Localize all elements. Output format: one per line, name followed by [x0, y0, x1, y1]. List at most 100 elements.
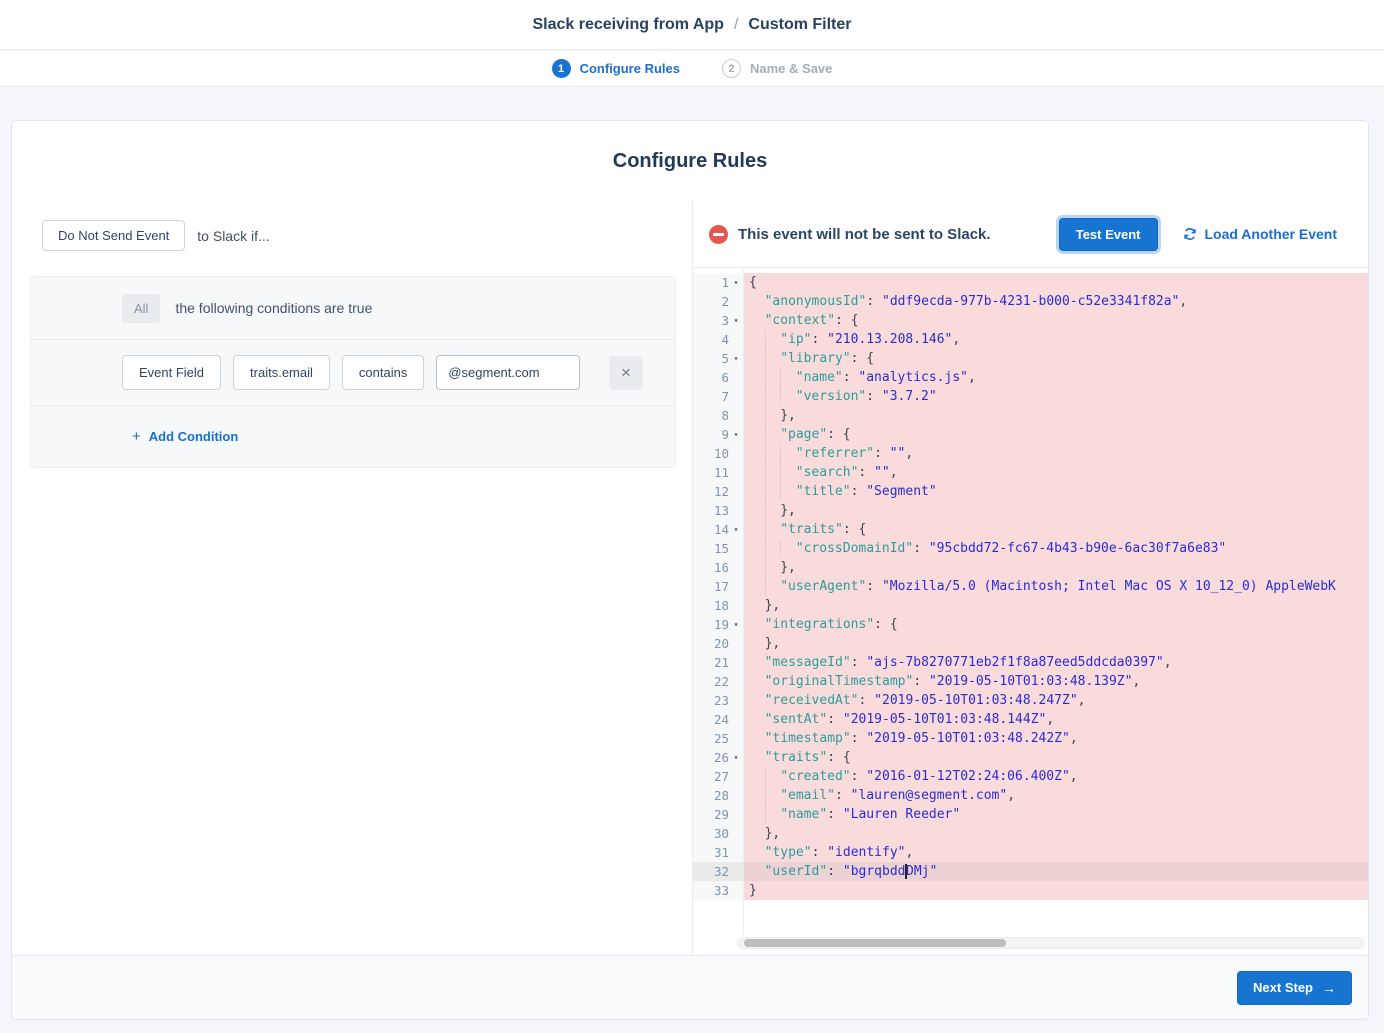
- fold-arrow-icon[interactable]: ▾: [729, 520, 743, 539]
- refresh-icon: [1183, 227, 1197, 241]
- load-another-event-button[interactable]: Load Another Event: [1183, 226, 1338, 242]
- code-line[interactable]: 30},: [693, 824, 1368, 843]
- step-name-save[interactable]: 2 Name & Save: [722, 59, 832, 78]
- code-line-content[interactable]: "referrer": "",: [743, 444, 1368, 463]
- condition-value-input[interactable]: [436, 355, 580, 390]
- code-line-content[interactable]: "email": "lauren@segment.com",: [743, 786, 1368, 805]
- indent-guide: [749, 748, 765, 767]
- code-line-content[interactable]: "context": {: [743, 311, 1368, 330]
- code-line[interactable]: 2"anonymousId": "ddf9ecda-977b-4231-b000…: [693, 292, 1368, 311]
- code-line[interactable]: 9▾"page": {: [693, 425, 1368, 444]
- code-line[interactable]: 26▾"traits": {: [693, 748, 1368, 767]
- code-line[interactable]: 27"created": "2016-01-12T02:24:06.400Z",: [693, 767, 1368, 786]
- json-editor[interactable]: 1▾{2"anonymousId": "ddf9ecda-977b-4231-b…: [693, 268, 1368, 955]
- json-punctuation: : {: [843, 522, 866, 537]
- code-line-content[interactable]: "library": {: [743, 349, 1368, 368]
- scrollbar-thumb[interactable]: [744, 939, 1006, 947]
- fold-arrow-icon[interactable]: ▾: [729, 311, 743, 330]
- code-line[interactable]: 1▾{: [693, 273, 1368, 292]
- code-line-content[interactable]: },: [743, 596, 1368, 615]
- fold-arrow-icon[interactable]: ▾: [729, 615, 743, 634]
- condition-field-dropdown[interactable]: traits.email: [233, 355, 330, 390]
- code-line[interactable]: 14▾"traits": {: [693, 520, 1368, 539]
- json-string: "Segment": [866, 484, 936, 499]
- horizontal-scrollbar[interactable]: [737, 937, 1364, 949]
- code-line[interactable]: 13},: [693, 501, 1368, 520]
- step-configure-rules[interactable]: 1 Configure Rules: [552, 59, 680, 78]
- code-line-content[interactable]: },: [743, 634, 1368, 653]
- code-line-content[interactable]: "name": "analytics.js",: [743, 368, 1368, 387]
- test-event-button[interactable]: Test Event: [1059, 218, 1158, 251]
- code-line-content[interactable]: "traits": {: [743, 748, 1368, 767]
- code-line-content[interactable]: "receivedAt": "2019-05-10T01:03:48.247Z"…: [743, 691, 1368, 710]
- code-line-content[interactable]: "title": "Segment": [743, 482, 1368, 501]
- code-line[interactable]: 31"type": "identify",: [693, 843, 1368, 862]
- code-line-content[interactable]: "messageId": "ajs-7b8270771eb2f1f8a87eed…: [743, 653, 1368, 672]
- send-action-dropdown[interactable]: Do Not Send Event: [42, 220, 185, 251]
- code-line-content[interactable]: }: [743, 881, 1368, 900]
- line-number: 16: [714, 558, 729, 577]
- code-line-content[interactable]: },: [743, 406, 1368, 425]
- json-string: "2016-01-12T02:24:06.400Z": [866, 769, 1070, 784]
- remove-condition-button[interactable]: ×: [609, 356, 643, 390]
- code-line-content[interactable]: "originalTimestamp": "2019-05-10T01:03:4…: [743, 672, 1368, 691]
- code-line-content[interactable]: "name": "Lauren Reeder": [743, 805, 1368, 824]
- code-line[interactable]: 25"timestamp": "2019-05-10T01:03:48.242Z…: [693, 729, 1368, 748]
- code-line-content[interactable]: },: [743, 824, 1368, 843]
- fold-arrow-icon[interactable]: ▾: [729, 425, 743, 444]
- code-line[interactable]: 16},: [693, 558, 1368, 577]
- code-line[interactable]: 22"originalTimestamp": "2019-05-10T01:03…: [693, 672, 1368, 691]
- breadcrumb-source[interactable]: Slack receiving from App: [532, 16, 723, 34]
- code-line-content[interactable]: {: [743, 273, 1368, 292]
- code-line[interactable]: 11"search": "",: [693, 463, 1368, 482]
- code-line[interactable]: 17"userAgent": "Mozilla/5.0 (Macintosh; …: [693, 577, 1368, 596]
- code-line[interactable]: 4"ip": "210.13.208.146",: [693, 330, 1368, 349]
- add-condition-button[interactable]: + Add Condition: [132, 428, 238, 445]
- code-line[interactable]: 15"crossDomainId": "95cbdd72-fc67-4b43-b…: [693, 539, 1368, 558]
- code-line-content[interactable]: "type": "identify",: [743, 843, 1368, 862]
- code-line[interactable]: 18},: [693, 596, 1368, 615]
- code-line[interactable]: 10"referrer": "",: [693, 444, 1368, 463]
- code-line-content[interactable]: "crossDomainId": "95cbdd72-fc67-4b43-b90…: [743, 539, 1368, 558]
- code-line-content[interactable]: "page": {: [743, 425, 1368, 444]
- code-line[interactable]: 3▾"context": {: [693, 311, 1368, 330]
- code-line-content[interactable]: "search": "",: [743, 463, 1368, 482]
- code-line-content[interactable]: "version": "3.7.2": [743, 387, 1368, 406]
- code-line[interactable]: 19▾"integrations": {: [693, 615, 1368, 634]
- code-line[interactable]: 6"name": "analytics.js",: [693, 368, 1368, 387]
- code-line-content[interactable]: "traits": {: [743, 520, 1368, 539]
- code-line[interactable]: 28"email": "lauren@segment.com",: [693, 786, 1368, 805]
- code-line-content[interactable]: "userId": "bgrqbddDMj": [743, 862, 1368, 881]
- code-line-content[interactable]: "sentAt": "2019-05-10T01:03:48.144Z",: [743, 710, 1368, 729]
- code-line-content[interactable]: "integrations": {: [743, 615, 1368, 634]
- json-string: "ddf9ecda-977b-4231-b000-c52e3341f82a": [882, 294, 1179, 309]
- code-line[interactable]: 12"title": "Segment": [693, 482, 1368, 501]
- json-punctuation: ,: [1046, 712, 1054, 727]
- code-line[interactable]: 29"name": "Lauren Reeder": [693, 805, 1368, 824]
- code-line[interactable]: 24"sentAt": "2019-05-10T01:03:48.144Z",: [693, 710, 1368, 729]
- fold-arrow-icon[interactable]: ▾: [729, 748, 743, 767]
- code-line[interactable]: 8},: [693, 406, 1368, 425]
- fold-arrow-icon[interactable]: ▾: [729, 349, 743, 368]
- code-line-content[interactable]: "ip": "210.13.208.146",: [743, 330, 1368, 349]
- json-punctuation: :: [827, 807, 843, 822]
- code-line-content[interactable]: },: [743, 558, 1368, 577]
- condition-field-type-dropdown[interactable]: Event Field: [122, 355, 221, 390]
- code-line-content[interactable]: "anonymousId": "ddf9ecda-977b-4231-b000-…: [743, 292, 1368, 311]
- code-line[interactable]: 23"receivedAt": "2019-05-10T01:03:48.247…: [693, 691, 1368, 710]
- code-line-content[interactable]: },: [743, 501, 1368, 520]
- json-key: "version": [796, 389, 866, 404]
- fold-arrow-icon[interactable]: ▾: [729, 273, 743, 292]
- condition-operator-dropdown[interactable]: contains: [342, 355, 424, 390]
- code-line-content[interactable]: "created": "2016-01-12T02:24:06.400Z",: [743, 767, 1368, 786]
- code-line[interactable]: 20},: [693, 634, 1368, 653]
- code-line[interactable]: 21"messageId": "ajs-7b8270771eb2f1f8a87e…: [693, 653, 1368, 672]
- code-line-content[interactable]: "timestamp": "2019-05-10T01:03:48.242Z",: [743, 729, 1368, 748]
- code-line[interactable]: 7"version": "3.7.2": [693, 387, 1368, 406]
- match-type-badge[interactable]: All: [122, 294, 160, 323]
- code-line[interactable]: 32"userId": "bgrqbddDMj": [693, 862, 1368, 881]
- code-line-content[interactable]: "userAgent": "Mozilla/5.0 (Macintosh; In…: [743, 577, 1368, 596]
- next-step-button[interactable]: Next Step →: [1237, 971, 1352, 1005]
- code-line[interactable]: 5▾"library": {: [693, 349, 1368, 368]
- code-line[interactable]: 33}: [693, 881, 1368, 900]
